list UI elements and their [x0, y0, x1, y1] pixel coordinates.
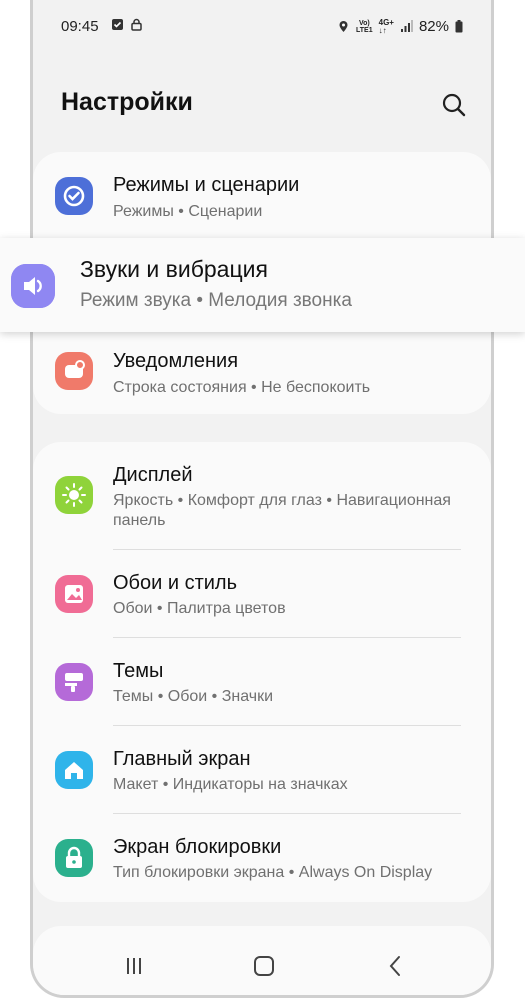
signal-icon	[400, 20, 413, 32]
themes-icon	[55, 663, 93, 701]
settings-item-subtitle: Тип блокировки экрана • Always On Displa…	[113, 864, 433, 881]
battery-icon	[455, 20, 463, 33]
settings-item-title: Уведомления	[113, 350, 239, 372]
settings-item-subtitle: Режимы • Сценарии	[113, 203, 263, 220]
network-type-label: 4G+	[378, 17, 394, 27]
notifications-icon	[55, 352, 93, 390]
volume-icon	[11, 264, 55, 308]
settings-item-title: Звуки и вибрация	[80, 256, 268, 282]
home-icon	[55, 751, 93, 789]
settings-item-subtitle: Обои • Палитра цветов	[113, 600, 286, 617]
settings-item-subtitle: Яркость • Комфорт для глаз • Навигационн…	[113, 492, 451, 529]
volte-indicator: Vo) LTE1	[356, 20, 373, 34]
home-button-icon[interactable]	[251, 953, 277, 979]
lock-status-icon	[131, 18, 142, 31]
checkbox-notification-icon	[112, 19, 123, 30]
settings-item-subtitle: Темы • Обои • Значки	[113, 688, 274, 705]
volte-bottom: LTE1	[356, 26, 373, 34]
settings-item-display[interactable]: Дисплей Яркость • Комфорт для глаз • Нав…	[33, 442, 491, 550]
settings-item-title: Темы	[113, 660, 164, 682]
settings-item-subtitle: Строка состояния • Не беспокоить	[113, 379, 371, 396]
lock-icon	[55, 839, 93, 877]
navigation-bar	[33, 945, 491, 985]
settings-item-title: Главный экран	[113, 748, 251, 770]
status-time: 09:45	[61, 18, 99, 35]
settings-item-notifications[interactable]: Уведомления Строка состояния • Не беспок…	[33, 336, 491, 414]
settings-group-2: Дисплей Яркость • Комфорт для глаз • Нав…	[33, 442, 491, 902]
settings-item-title: Дисплей	[113, 464, 193, 486]
settings-item-title: Обои и стиль	[113, 572, 238, 594]
location-icon	[339, 21, 348, 32]
modes-icon	[55, 177, 93, 215]
settings-item-sounds-highlighted[interactable]: Звуки и вибрация Режим звука • Мелодия з…	[0, 238, 525, 332]
battery-percent: 82%	[418, 18, 449, 35]
settings-item-lock-screen[interactable]: Экран блокировки Тип блокировки экрана •…	[33, 814, 491, 902]
settings-item-title: Экран блокировки	[113, 836, 282, 858]
settings-item-themes[interactable]: Темы Темы • Обои • Значки	[33, 638, 491, 726]
back-icon[interactable]	[383, 953, 409, 979]
network-type-indicator: 4G+ ↓↑	[378, 17, 394, 35]
settings-item-home-screen[interactable]: Главный экран Макет • Индикаторы на знач…	[33, 726, 491, 814]
page-title: Настройки	[61, 88, 193, 116]
settings-item-modes[interactable]: Режимы и сценарии Режимы • Сценарии	[33, 152, 491, 236]
settings-item-subtitle: Режим звука • Мелодия звонка	[80, 290, 352, 311]
search-icon[interactable]	[441, 92, 467, 118]
settings-item-wallpaper[interactable]: Обои и стиль Обои • Палитра цветов	[33, 550, 491, 638]
status-bar: 09:45 Vo) LTE1 4G+ ↓↑ 82%	[33, 14, 491, 42]
recents-icon[interactable]	[121, 953, 147, 979]
settings-item-title: Режимы и сценарии	[113, 174, 300, 196]
brightness-icon	[55, 476, 93, 514]
volte-top: Vo)	[358, 19, 370, 27]
settings-item-subtitle: Макет • Индикаторы на значках	[113, 776, 348, 793]
phone-frame: 09:45 Vo) LTE1 4G+ ↓↑ 82% Настройки Режи…	[30, 0, 494, 998]
wallpaper-icon	[55, 575, 93, 613]
